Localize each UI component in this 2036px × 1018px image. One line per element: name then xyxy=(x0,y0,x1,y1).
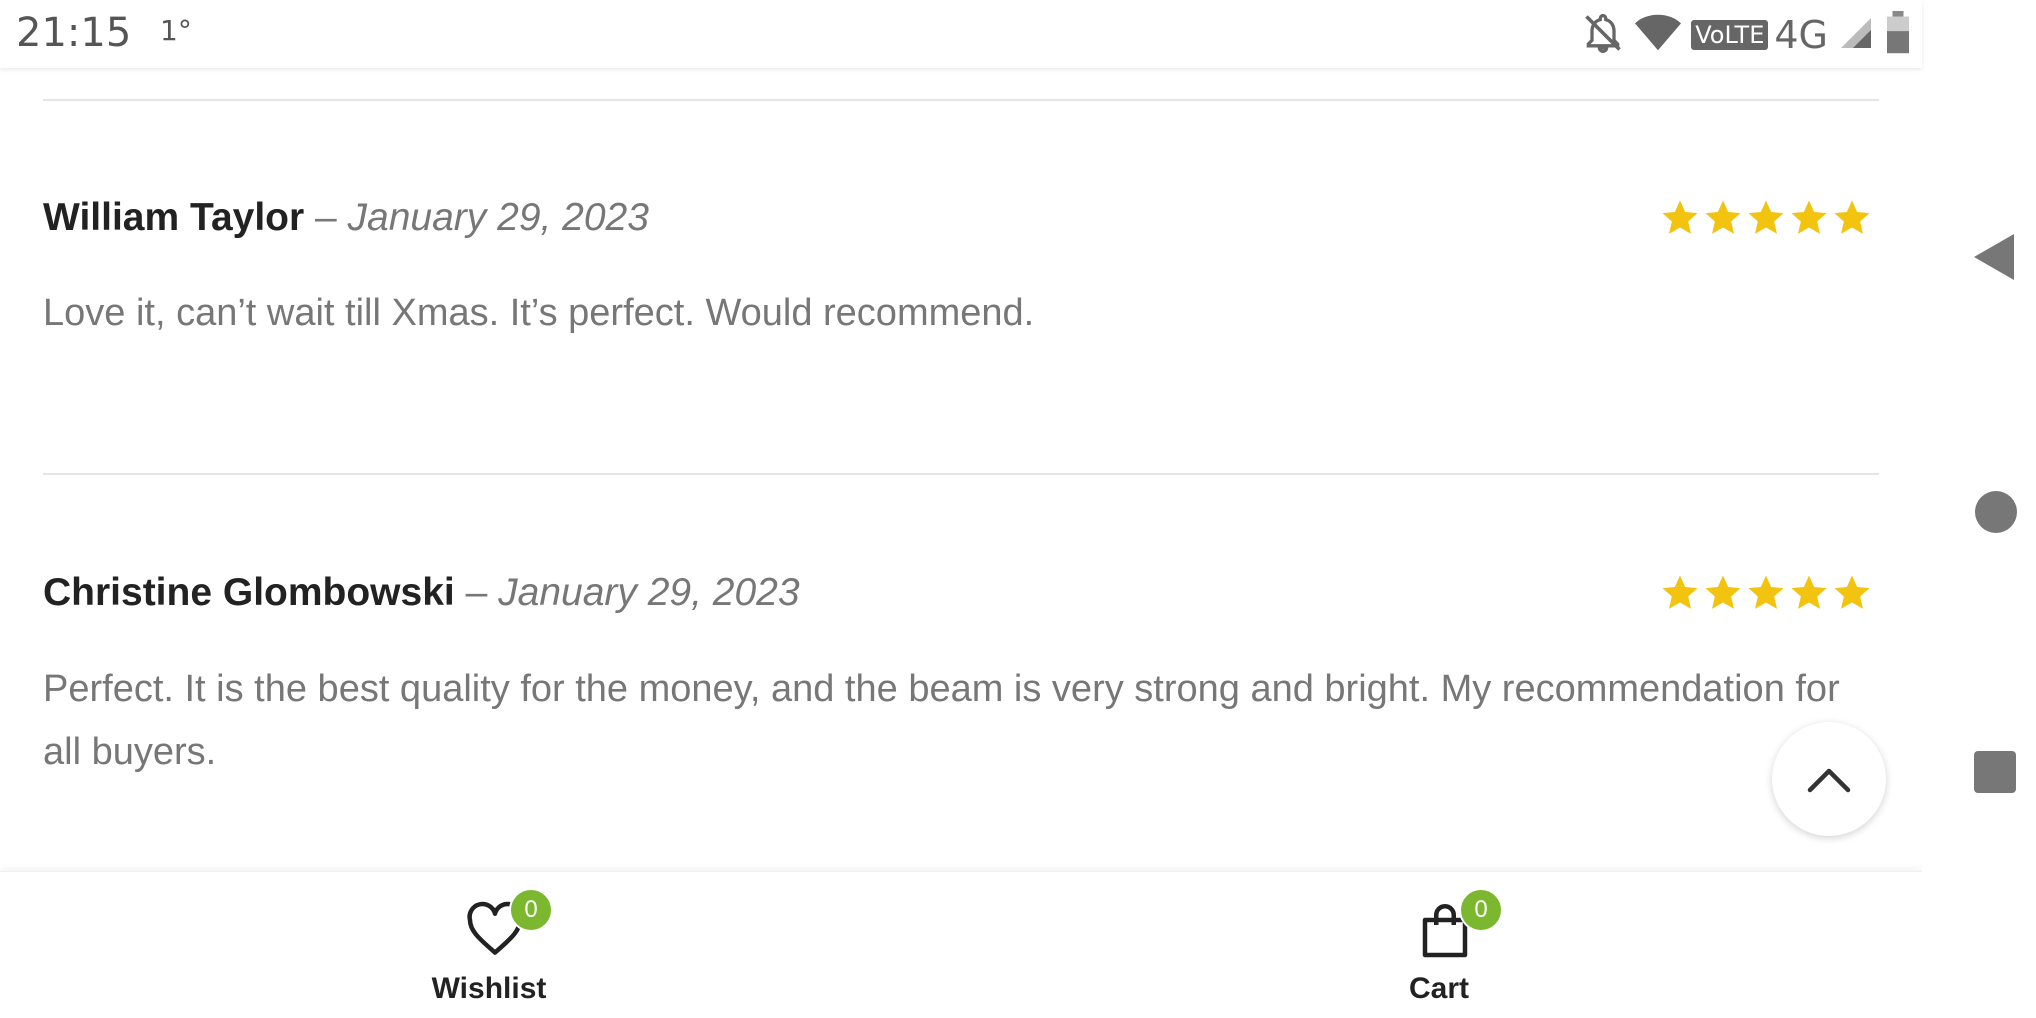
star-icon xyxy=(1748,200,1784,234)
review-date: January 29, 2023 xyxy=(347,196,649,239)
battery-icon xyxy=(1884,10,1912,60)
review-separator: – xyxy=(465,571,488,614)
review-author: William Taylor xyxy=(43,196,305,239)
wishlist-label: Wishlist xyxy=(431,972,547,1005)
review-text: Love it, can’t wait till Xmas. It’s perf… xyxy=(43,292,1035,334)
divider xyxy=(43,473,1879,475)
review-header: William Taylor – January 29, 2023 xyxy=(43,196,649,240)
star-icon xyxy=(1834,200,1870,234)
status-temperature: 1° xyxy=(160,14,192,47)
wifi-icon xyxy=(1635,13,1682,58)
star-rating xyxy=(1660,198,1872,238)
screen: 21:15 1° VoLTE 4G William Taylor – Janua… xyxy=(0,0,2036,1018)
cart-count-badge: 0 xyxy=(1459,888,1503,932)
star-icon xyxy=(1705,575,1741,609)
system-navigation-bar xyxy=(1922,0,2036,1018)
recents-icon[interactable] xyxy=(1973,750,2017,794)
star-icon xyxy=(1834,575,1870,609)
divider xyxy=(43,99,1879,101)
bell-off-icon xyxy=(1581,11,1625,60)
status-time: 21:15 xyxy=(16,10,132,56)
scroll-to-top-button[interactable] xyxy=(1772,722,1886,836)
status-icons: VoLTE 4G xyxy=(1581,10,1912,60)
status-bar: 21:15 1° VoLTE 4G xyxy=(0,0,1922,68)
cart-label: Cart xyxy=(1408,972,1469,1005)
chevron-up-icon xyxy=(1807,768,1851,793)
home-icon[interactable] xyxy=(1974,490,2018,534)
star-icon xyxy=(1662,200,1698,234)
review-text: Perfect. It is the best quality for the … xyxy=(43,668,1840,773)
bottom-toolbar: 0 Wishlist 0 Cart xyxy=(0,871,1922,1018)
cart-button[interactable]: 0 Cart xyxy=(1329,872,1549,1018)
review-author: Christine Glombowski xyxy=(43,571,455,614)
review-date: January 29, 2023 xyxy=(498,571,800,614)
star-icon xyxy=(1748,575,1784,609)
star-icon xyxy=(1662,575,1698,609)
star-icon xyxy=(1791,575,1827,609)
network-type: 4G xyxy=(1774,13,1828,57)
star-rating xyxy=(1660,573,1872,613)
star-icon xyxy=(1705,200,1741,234)
review-separator: – xyxy=(315,196,337,239)
review-header: Christine Glombowski – January 29, 2023 xyxy=(43,571,800,615)
signal-icon xyxy=(1838,15,1874,56)
reviews-list: William Taylor – January 29, 2023 Love i… xyxy=(0,68,1922,871)
volte-badge: VoLTE xyxy=(1691,20,1769,50)
wishlist-count-badge: 0 xyxy=(509,888,553,932)
star-icon xyxy=(1791,200,1827,234)
back-icon[interactable] xyxy=(1972,232,2016,282)
wishlist-button[interactable]: 0 Wishlist xyxy=(379,872,599,1018)
